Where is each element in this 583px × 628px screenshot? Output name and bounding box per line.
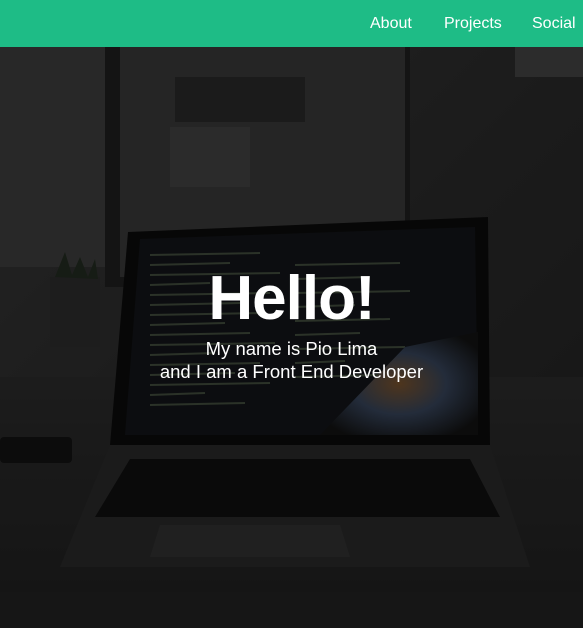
nav-link-about[interactable]: About bbox=[370, 14, 412, 34]
hero-section: Hello! My name is Pio Lima and I am a Fr… bbox=[0, 47, 583, 628]
top-navbar: About Projects Social bbox=[0, 0, 583, 47]
hero-subtitle-line-1: My name is Pio Lima bbox=[205, 338, 378, 359]
nav-link-projects[interactable]: Projects bbox=[444, 14, 502, 34]
hero-subtitle-line-2: and I am a Front End Developer bbox=[159, 361, 424, 382]
nav-link-social[interactable]: Social bbox=[532, 14, 576, 34]
hero-title: Hello! bbox=[208, 264, 375, 333]
